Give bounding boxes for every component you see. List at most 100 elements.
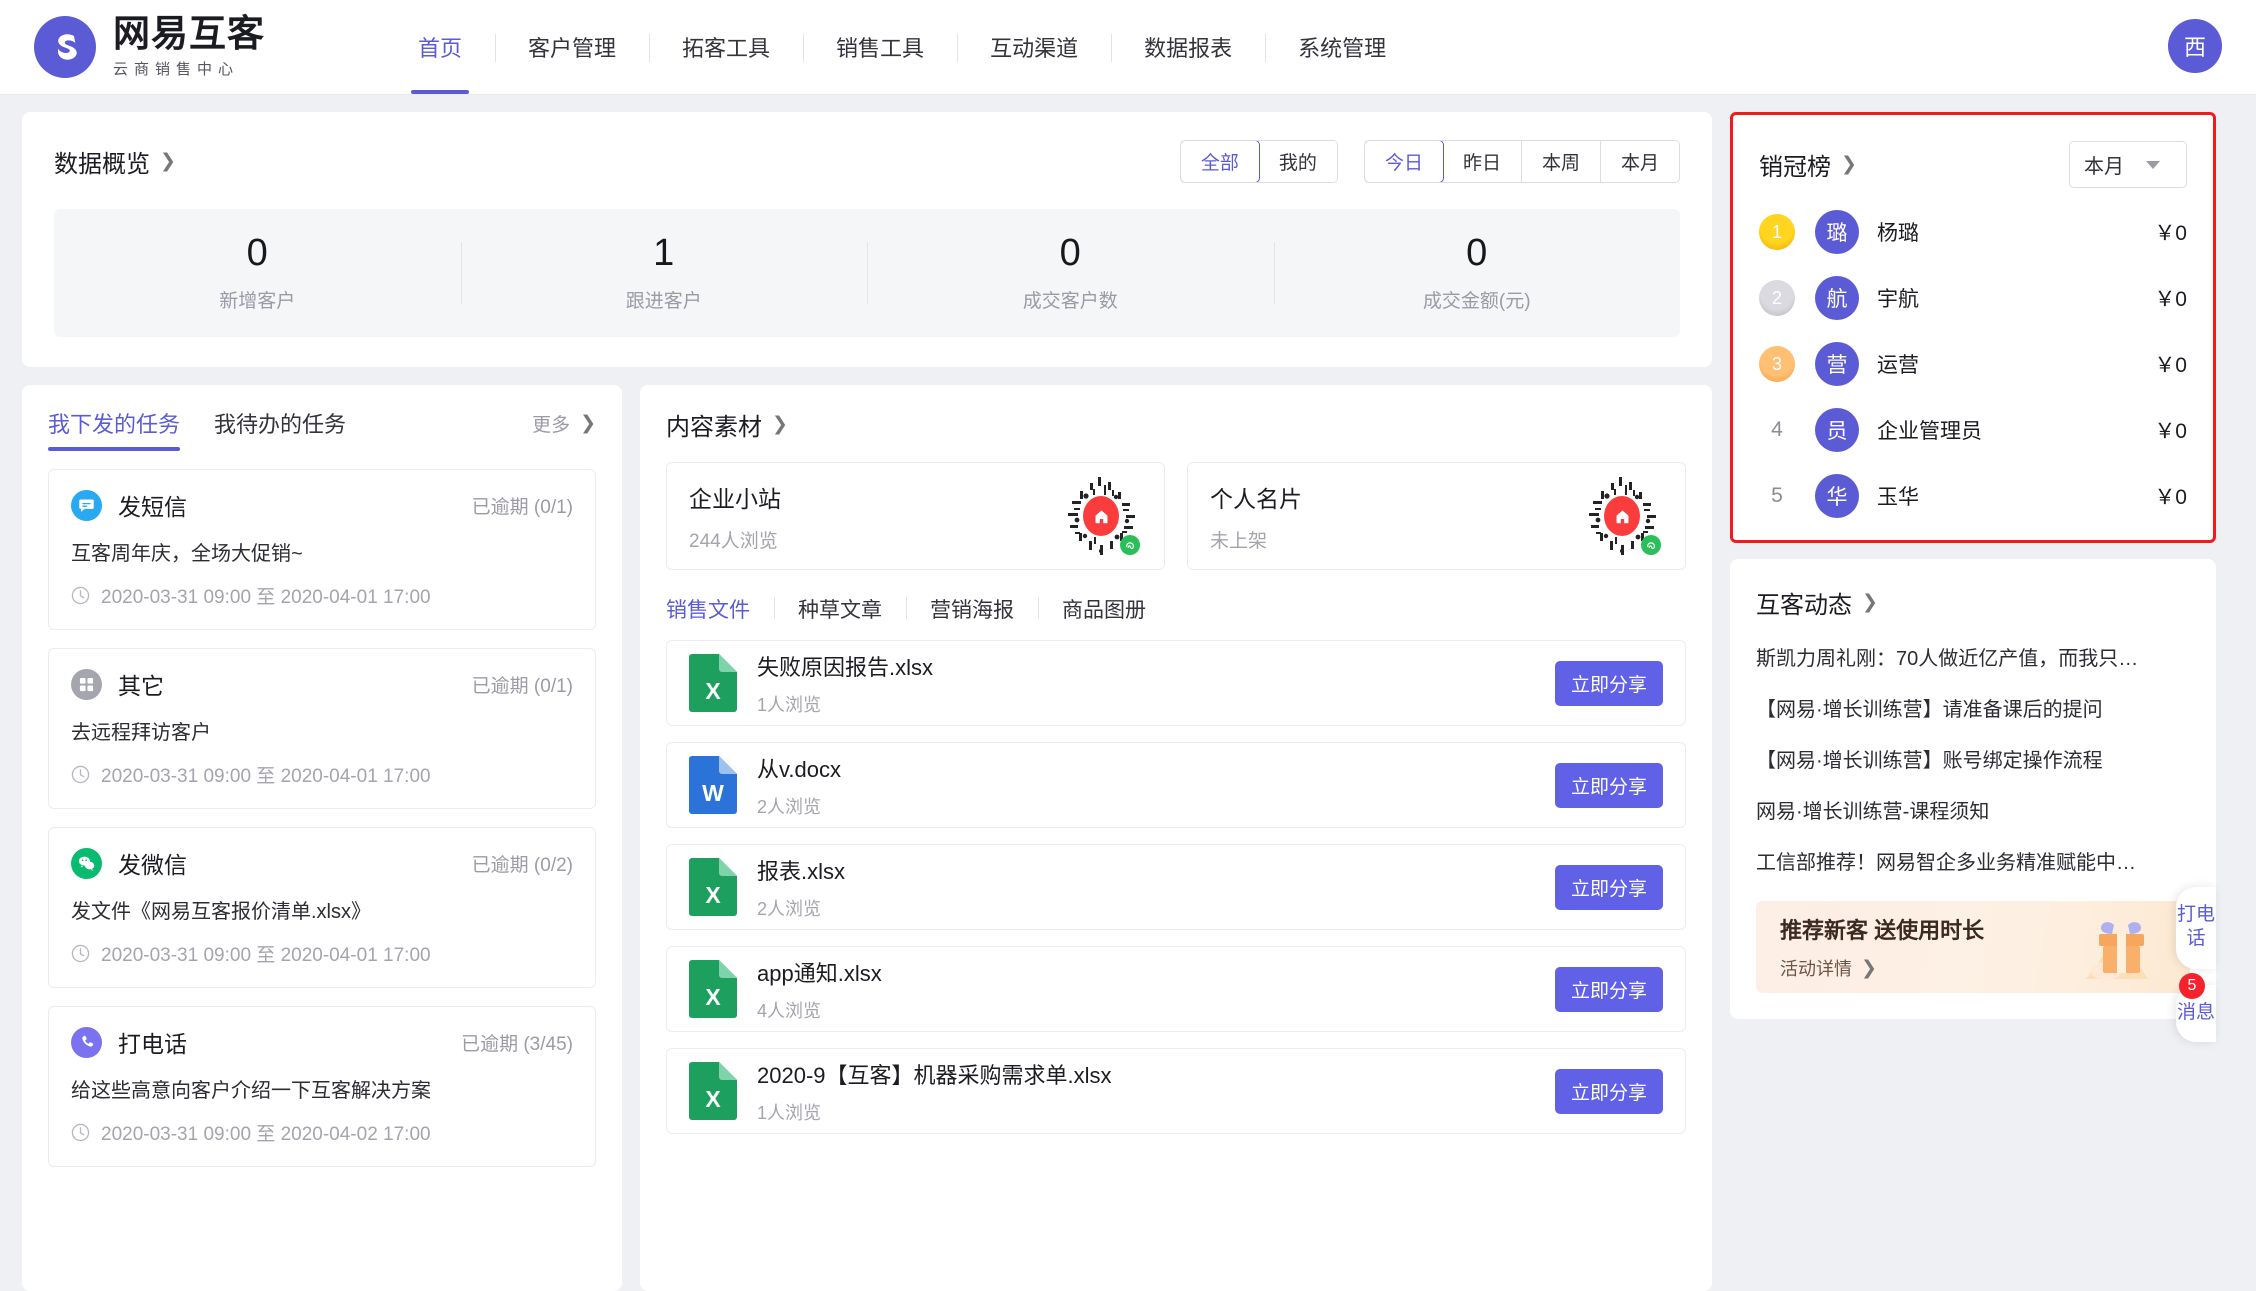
nav-item-customers[interactable]: 客户管理 bbox=[495, 0, 649, 94]
tab-todo-tasks[interactable]: 我待办的任务 bbox=[214, 407, 346, 451]
time-filter-today[interactable]: 今日 bbox=[1364, 141, 1444, 182]
file-row[interactable]: W 从v.docx 2人浏览 立即分享 bbox=[666, 742, 1686, 828]
message-rail-button[interactable]: 5 消息 bbox=[2176, 972, 2216, 1043]
stat-label: 跟进客户 bbox=[625, 291, 702, 313]
ranking-row[interactable]: 2 航 宇航 ￥0 bbox=[1759, 276, 2187, 320]
tab-assigned-tasks[interactable]: 我下发的任务 bbox=[48, 407, 181, 451]
materials-card: 内容素材 ❯ 企业小站 244人浏览 个人名片 未上架 销售文件 种草文章 营销… bbox=[640, 385, 1712, 1291]
task-item[interactable]: 其它 已逾期 (0/1) 去远程拜访客户 2020-03-31 09:00 至 … bbox=[48, 648, 596, 809]
ranking-title-link[interactable]: 销冠榜 ❯ bbox=[1759, 147, 1857, 182]
call-rail-button[interactable]: 打电话 bbox=[2176, 887, 2216, 969]
promo-title: 推荐新客 送使用时长 bbox=[1780, 918, 1985, 943]
news-title-link[interactable]: 互客动态 ❯ bbox=[1756, 585, 2190, 620]
page-body: 数据概览 ❯ 全部 我的 今日 昨日 本周 本月 0 新增客户 1 跟进客户 0… bbox=[0, 94, 2256, 1291]
task-status: 已逾期 (0/1) bbox=[471, 675, 573, 697]
share-button[interactable]: 立即分享 bbox=[1554, 966, 1663, 1012]
stat-new-customers[interactable]: 0 新增客户 bbox=[54, 232, 461, 314]
stat-label: 新增客户 bbox=[219, 291, 296, 313]
nav-item-home[interactable]: 首页 bbox=[385, 0, 495, 94]
materials-title: 内容素材 bbox=[666, 414, 762, 441]
share-button[interactable]: 立即分享 bbox=[1554, 660, 1663, 706]
task-title: 其它 bbox=[118, 673, 164, 699]
medal-bronze-icon: 3 bbox=[1759, 346, 1795, 382]
clock-icon bbox=[71, 765, 90, 784]
ranking-period-value: 本月 bbox=[2084, 156, 2124, 178]
file-name: 失败原因报告.xlsx bbox=[757, 654, 934, 680]
promo-banner[interactable]: 推荐新客 送使用时长 活动详情 ❯ bbox=[1756, 901, 2190, 993]
task-header: 发短信 已逾期 (0/1) bbox=[71, 488, 573, 522]
avatar: 华 bbox=[1815, 474, 1859, 518]
ranking-row[interactable]: 4 员 企业管理员 ￥0 bbox=[1759, 408, 2187, 452]
task-item[interactable]: 打电话 已逾期 (3/45) 给这些高意向客户介绍一下互客解决方案 2020-0… bbox=[48, 1006, 596, 1167]
material-card-mini-site[interactable]: 企业小站 244人浏览 bbox=[666, 462, 1165, 570]
materials-title-link[interactable]: 内容素材 ❯ bbox=[666, 407, 1686, 442]
nav-item-sales-tools[interactable]: 销售工具 bbox=[803, 0, 957, 94]
promo-link[interactable]: 活动详情 ❯ bbox=[1780, 955, 1984, 981]
stat-followed-customers[interactable]: 1 跟进客户 bbox=[461, 232, 868, 314]
excel-file-icon: X bbox=[689, 858, 737, 916]
stat-deal-customers[interactable]: 0 成交客户数 bbox=[867, 232, 1274, 314]
sales-ranking-card: 销冠榜 ❯ 本月 1 璐 杨璐 ￥0 2 航 宇航 ￥0 3 营 运营 ￥0 4… bbox=[1730, 112, 2216, 543]
file-tab-articles[interactable]: 种草文章 bbox=[774, 594, 906, 624]
task-item[interactable]: 发短信 已逾期 (0/1) 互客周年庆，全场大促销~ 2020-03-31 09… bbox=[48, 469, 596, 630]
tasks-more-link[interactable]: 更多 ❯ bbox=[532, 410, 596, 449]
share-button[interactable]: 立即分享 bbox=[1554, 762, 1663, 808]
ranking-period-dropdown[interactable]: 本月 bbox=[2069, 141, 2187, 188]
nav-item-acquisition[interactable]: 拓客工具 bbox=[649, 0, 803, 94]
nav-item-reports[interactable]: 数据报表 bbox=[1111, 0, 1265, 94]
scope-filter-all[interactable]: 全部 bbox=[1180, 141, 1260, 182]
news-item[interactable]: 【网易·增长训练营】请准备课后的提问 bbox=[1756, 693, 2190, 722]
task-time: 2020-03-31 09:00 至 2020-04-01 17:00 bbox=[101, 766, 431, 787]
task-status: 已逾期 (3/45) bbox=[461, 1033, 573, 1055]
file-row[interactable]: X 2020-9【互客】机器采购需求单.xlsx 1人浏览 立即分享 bbox=[666, 1048, 1686, 1134]
stat-deal-amount[interactable]: 0 成交金额(元) bbox=[1274, 232, 1681, 314]
file-meta: 从v.docx 2人浏览 bbox=[757, 752, 841, 819]
share-button[interactable]: 立即分享 bbox=[1554, 1068, 1663, 1114]
chevron-down-icon bbox=[2146, 160, 2160, 169]
task-title: 发短信 bbox=[118, 494, 187, 520]
file-tab-sales-files[interactable]: 销售文件 bbox=[666, 594, 774, 624]
overview-header: 数据概览 ❯ 全部 我的 今日 昨日 本周 本月 bbox=[54, 140, 1680, 183]
ranking-name: 杨璐 bbox=[1877, 222, 1919, 245]
file-row[interactable]: X app通知.xlsx 4人浏览 立即分享 bbox=[666, 946, 1686, 1032]
file-views: 2人浏览 bbox=[757, 796, 822, 817]
nav-item-channels[interactable]: 互动渠道 bbox=[957, 0, 1111, 94]
news-item[interactable]: 【网易·增长训练营】账号绑定操作流程 bbox=[1756, 744, 2190, 773]
ranking-row[interactable]: 1 璐 杨璐 ￥0 bbox=[1759, 210, 2187, 254]
ranking-row[interactable]: 3 营 运营 ￥0 bbox=[1759, 342, 2187, 386]
share-button[interactable]: 立即分享 bbox=[1554, 864, 1663, 910]
scope-filter-mine[interactable]: 我的 bbox=[1258, 141, 1337, 182]
file-tab-posters[interactable]: 营销海报 bbox=[906, 594, 1038, 624]
excel-file-icon: X bbox=[689, 960, 737, 1018]
task-item[interactable]: 发微信 已逾期 (0/2) 发文件《网易互客报价清单.xlsx》 2020-03… bbox=[48, 827, 596, 988]
nav-item-system[interactable]: 系统管理 bbox=[1265, 0, 1419, 94]
task-title: 打电话 bbox=[118, 1031, 187, 1057]
chevron-right-icon: ❯ bbox=[160, 151, 176, 172]
material-title: 企业小站 bbox=[689, 485, 781, 512]
news-item[interactable]: 工信部推荐！网易智企多业务精准赋能中… bbox=[1756, 846, 2190, 875]
file-row[interactable]: X 失败原因报告.xlsx 1人浏览 立即分享 bbox=[666, 640, 1686, 726]
time-filter-week[interactable]: 本周 bbox=[1521, 141, 1601, 182]
ranking-row[interactable]: 5 华 玉华 ￥0 bbox=[1759, 474, 2187, 518]
time-filter-yesterday[interactable]: 昨日 bbox=[1442, 141, 1522, 182]
file-views: 1人浏览 bbox=[757, 1102, 822, 1123]
news-item[interactable]: 斯凯力周礼刚：70人做近亿产值，而我只… bbox=[1756, 642, 2190, 671]
brand-logo[interactable]: 网易互客 云商销售中心 bbox=[0, 14, 265, 79]
material-card-business-card[interactable]: 个人名片 未上架 bbox=[1187, 462, 1686, 570]
user-avatar[interactable]: 西 bbox=[2168, 19, 2222, 73]
rank-number: 5 bbox=[1771, 484, 1783, 507]
file-tab-catalog[interactable]: 商品图册 bbox=[1038, 594, 1170, 624]
chevron-right-icon: ❯ bbox=[580, 412, 596, 434]
news-item[interactable]: 网易·增长训练营-课程须知 bbox=[1756, 795, 2190, 824]
tasks-tabs: 我下发的任务 我待办的任务 更多 ❯ bbox=[48, 407, 596, 451]
file-row[interactable]: X 报表.xlsx 2人浏览 立即分享 bbox=[666, 844, 1686, 930]
task-description: 去远程拜访客户 bbox=[71, 722, 211, 744]
task-time: 2020-03-31 09:00 至 2020-04-01 17:00 bbox=[101, 587, 431, 608]
qr-center-icon bbox=[1083, 496, 1119, 536]
task-header: 打电话 已逾期 (3/45) bbox=[71, 1025, 573, 1059]
promo-link-label: 活动详情 bbox=[1780, 959, 1852, 979]
medal-silver-icon: 2 bbox=[1759, 280, 1795, 316]
file-name: 报表.xlsx bbox=[757, 858, 846, 884]
overview-title-link[interactable]: 数据概览 ❯ bbox=[54, 144, 176, 179]
time-filter-month[interactable]: 本月 bbox=[1600, 141, 1679, 182]
